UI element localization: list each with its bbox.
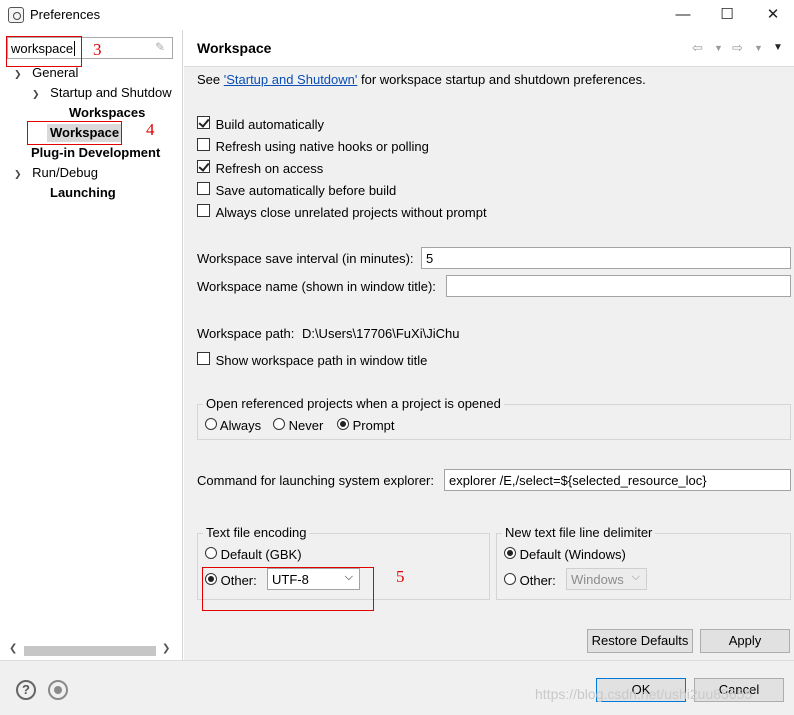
radio-label: Default (Windows) [519,547,626,562]
maximize-button[interactable]: ☐ [716,5,738,25]
radio-button[interactable] [205,547,217,559]
back-menu-icon[interactable]: ▼ [714,43,723,53]
tree-label-startup: Startup and Shutdow [50,85,172,100]
annotation-box-5 [202,567,374,611]
checkbox-label: Save automatically before build [215,183,397,198]
back-arrow-icon[interactable]: ⇦ [692,40,703,56]
chevron-down-icon: ⌵ [631,571,640,583]
scroll-right-icon[interactable]: ❯ [162,643,170,654]
radio-button[interactable] [273,418,285,430]
tree-item-run-debug[interactable]: ❯ Run/Debug [14,165,98,180]
annotation-label-4: 4 [146,120,155,139]
checkbox-box[interactable] [197,182,210,195]
refresh-on-access-checkbox[interactable]: Refresh on access [197,160,323,176]
checkbox-box[interactable] [197,116,210,129]
tree-item-general[interactable]: ❯ General [14,65,78,80]
checkbox-box[interactable] [197,160,210,173]
forward-arrow-icon[interactable]: ⇨ [732,40,743,56]
explorer-command-input[interactable]: explorer /E,/select=${selected_resource_… [444,469,791,491]
workspace-path-row: Workspace path: D:\Users\17706\FuXi\JiCh… [197,326,459,341]
see-suffix: for workspace startup and shutdown prefe… [357,72,646,87]
startup-link-text: See 'Startup and Shutdown' for workspace… [197,72,646,87]
save-before-build-checkbox[interactable]: Save automatically before build [197,182,396,198]
window-title: Preferences [30,7,101,22]
radio-prompt[interactable]: Prompt [337,418,395,433]
tree-horizontal-scrollbar[interactable]: ❮ ❯ [6,643,174,659]
delimiter-select[interactable]: Windows ⌵ [566,568,647,590]
annotation-box-3 [6,36,82,67]
workspace-name-label: Workspace name (shown in window title): [197,279,436,294]
expand-arrow-icon[interactable]: ❯ [14,69,22,79]
eclipse-app-icon [8,7,24,23]
radio-button[interactable] [504,573,516,585]
tree-item-launching[interactable]: Launching [50,185,116,200]
radio-label: Always [219,418,262,433]
scroll-thumb[interactable] [24,646,156,656]
radio-always[interactable]: Always [205,418,261,433]
text-encoding-title: Text file encoding [203,525,310,540]
view-menu-icon[interactable]: ▼ [773,42,783,53]
checkbox-box[interactable] [197,204,210,217]
tree-item-workspaces[interactable]: Workspaces [69,105,145,120]
checkbox-label: Show workspace path in window title [215,353,428,368]
radio-label: Other: [519,573,556,588]
startup-shutdown-link[interactable]: 'Startup and Shutdown' [224,72,358,87]
radio-button[interactable] [205,418,217,430]
open-referenced-title: Open referenced projects when a project … [203,396,504,411]
explorer-command-label: Command for launching system explorer: [197,473,434,488]
save-interval-label: Workspace save interval (in minutes): [197,251,414,266]
workspace-path-value: D:\Users\17706\FuXi\JiChu [301,326,460,341]
delimiter-default-radio[interactable]: Default (Windows) [504,547,626,562]
close-unrelated-projects-checkbox[interactable]: Always close unrelated projects without … [197,204,487,220]
watermark: https://blog.csdn.net/ushi2uu85655 [535,686,753,702]
page-title: Workspace [197,40,272,56]
record-icon[interactable] [48,680,68,700]
checkbox-label: Build automatically [215,117,325,132]
clear-filter-icon[interactable]: ✎ [155,40,169,56]
tree-label-general: General [32,65,79,80]
checkbox-label: Refresh on access [215,161,324,176]
page-header: Workspace ⇦ ▼ ⇨ ▼ ▼ [184,30,794,67]
checkbox-label: Always close unrelated projects without … [215,205,487,220]
radio-button[interactable] [337,418,349,430]
radio-label: Never [288,418,324,433]
tree-item-plugin-development[interactable]: Plug-in Development [31,145,160,160]
scroll-left-icon[interactable]: ❮ [9,643,17,654]
annotation-box-4 [27,121,122,145]
radio-label: Prompt [352,418,395,433]
line-delimiter-title: New text file line delimiter [502,525,656,540]
expand-arrow-icon[interactable]: ❯ [14,169,22,179]
delimiter-select-value: Windows [571,572,624,587]
checkbox-box[interactable] [197,352,210,365]
tree-label-run-debug: Run/Debug [32,165,98,180]
preferences-window: Preferences — ☐ ✕ workspace ✎ 3 ❯ Genera… [0,0,794,715]
restore-defaults-button[interactable]: Restore Defaults [587,629,693,653]
annotation-label-5: 5 [396,567,405,586]
apply-button[interactable]: Apply [700,629,790,653]
save-interval-input[interactable]: 5 [421,247,791,269]
encoding-default-radio[interactable]: Default (GBK) [205,547,302,562]
radio-button[interactable] [504,547,516,559]
show-path-checkbox[interactable]: Show workspace path in window title [197,352,427,368]
annotation-label-3: 3 [93,40,102,59]
tree-item-startup[interactable]: ❯ Startup and Shutdow [32,85,172,100]
checkbox-label: Refresh using native hooks or polling [215,139,429,154]
close-button[interactable]: ✕ [762,5,784,25]
workspace-path-label: Workspace path: [197,326,295,341]
checkbox-box[interactable] [197,138,210,151]
forward-menu-icon[interactable]: ▼ [754,43,763,53]
build-automatically-checkbox[interactable]: Build automatically [197,116,324,132]
help-icon[interactable]: ? [16,680,36,700]
see-prefix: See [197,72,224,87]
radio-label: Default (GBK) [220,547,302,562]
minimize-button[interactable]: — [672,5,694,25]
title-bar: Preferences — ☐ ✕ [0,0,794,30]
refresh-native-hooks-checkbox[interactable]: Refresh using native hooks or polling [197,138,429,154]
workspace-name-input[interactable] [446,275,791,297]
expand-arrow-icon[interactable]: ❯ [32,89,40,99]
radio-never[interactable]: Never [273,418,323,433]
delimiter-other-radio[interactable]: Other: [504,573,556,588]
